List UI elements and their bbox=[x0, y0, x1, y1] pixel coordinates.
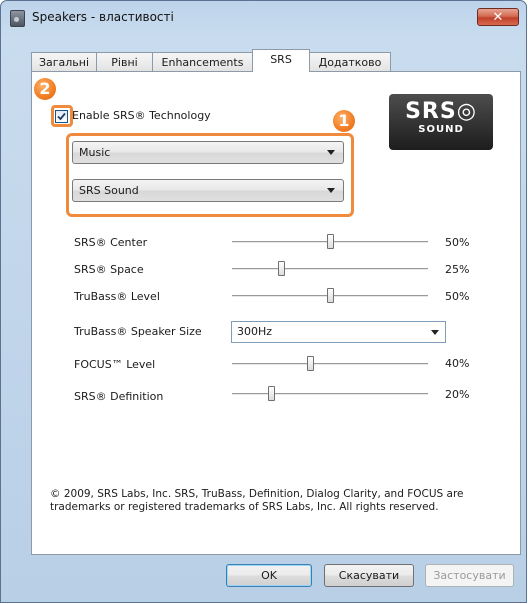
enable-srs-label[interactable]: Enable SRS® Technology bbox=[72, 109, 211, 122]
enable-srs-checkbox[interactable] bbox=[55, 110, 68, 123]
definition-slider[interactable] bbox=[232, 385, 428, 403]
trubass-level-value: 50% bbox=[445, 290, 470, 303]
center-value: 50% bbox=[445, 236, 470, 249]
chevron-down-icon bbox=[327, 188, 335, 193]
slider-thumb[interactable] bbox=[327, 288, 334, 303]
slider-thumb[interactable] bbox=[327, 234, 334, 249]
space-value: 25% bbox=[445, 263, 470, 276]
checkmark-icon bbox=[57, 112, 66, 121]
trubass-level-label: TruBass® Level bbox=[74, 290, 160, 303]
focus-level-value: 40% bbox=[445, 357, 470, 370]
srs-sound-logo: SRS◎ SOUND bbox=[389, 94, 493, 150]
center-label: SRS® Center bbox=[74, 236, 148, 249]
center-slider[interactable] bbox=[232, 233, 428, 251]
slider-track bbox=[232, 268, 428, 270]
space-slider[interactable] bbox=[232, 260, 428, 278]
tab-srs[interactable]: SRS bbox=[252, 49, 310, 72]
focus-level-slider[interactable] bbox=[232, 355, 428, 373]
slider-thumb[interactable] bbox=[268, 386, 276, 401]
slider-thumb[interactable] bbox=[307, 356, 315, 371]
annotation-badge-2: 2 bbox=[34, 78, 56, 100]
speaker-size-dropdown[interactable]: 300Hz bbox=[231, 321, 446, 343]
space-label: SRS® Space bbox=[74, 263, 144, 276]
logo-sub: SOUND bbox=[418, 124, 464, 135]
ok-button[interactable]: OK bbox=[226, 564, 312, 587]
focus-level-label: FOCUS™ Level bbox=[74, 358, 156, 371]
close-button[interactable]: ✕ bbox=[477, 8, 519, 26]
definition-value: 20% bbox=[445, 388, 470, 401]
preset-dropdown[interactable]: SRS Sound bbox=[72, 179, 344, 202]
mode-dropdown-value: Music bbox=[79, 146, 111, 159]
title-bar[interactable]: Speakers - властивості ✕ bbox=[1, 1, 526, 33]
slider-thumb[interactable] bbox=[278, 261, 285, 276]
copyright-notice: © 2009, SRS Labs, Inc. SRS, TruBass, Def… bbox=[50, 488, 464, 513]
speaker-size-label: TruBass® Speaker Size bbox=[74, 325, 202, 338]
preset-dropdown-value: SRS Sound bbox=[79, 184, 139, 197]
annotation-badge-1: 1 bbox=[333, 110, 355, 132]
logo-main: SRS◎ bbox=[405, 99, 477, 124]
apply-button[interactable]: Застосувати bbox=[425, 564, 514, 587]
tab-advanced[interactable]: Додатково bbox=[309, 52, 391, 72]
chevron-down-icon bbox=[431, 330, 439, 335]
chevron-down-icon bbox=[327, 150, 335, 155]
trubass-level-slider[interactable] bbox=[232, 287, 428, 305]
cancel-button[interactable]: Скасувати bbox=[324, 564, 414, 587]
window-title: Speakers - властивості bbox=[32, 10, 174, 24]
mode-dropdown[interactable]: Music bbox=[72, 141, 344, 164]
speaker-size-value: 300Hz bbox=[237, 325, 273, 338]
definition-label: SRS® Definition bbox=[74, 390, 164, 403]
speaker-icon bbox=[10, 10, 25, 27]
tab-levels[interactable]: Рівні bbox=[96, 52, 153, 72]
slider-track bbox=[232, 363, 428, 365]
tab-general[interactable]: Загальні bbox=[31, 52, 97, 72]
tab-enhancements[interactable]: Enhancements bbox=[152, 52, 253, 72]
slider-track bbox=[232, 393, 428, 395]
